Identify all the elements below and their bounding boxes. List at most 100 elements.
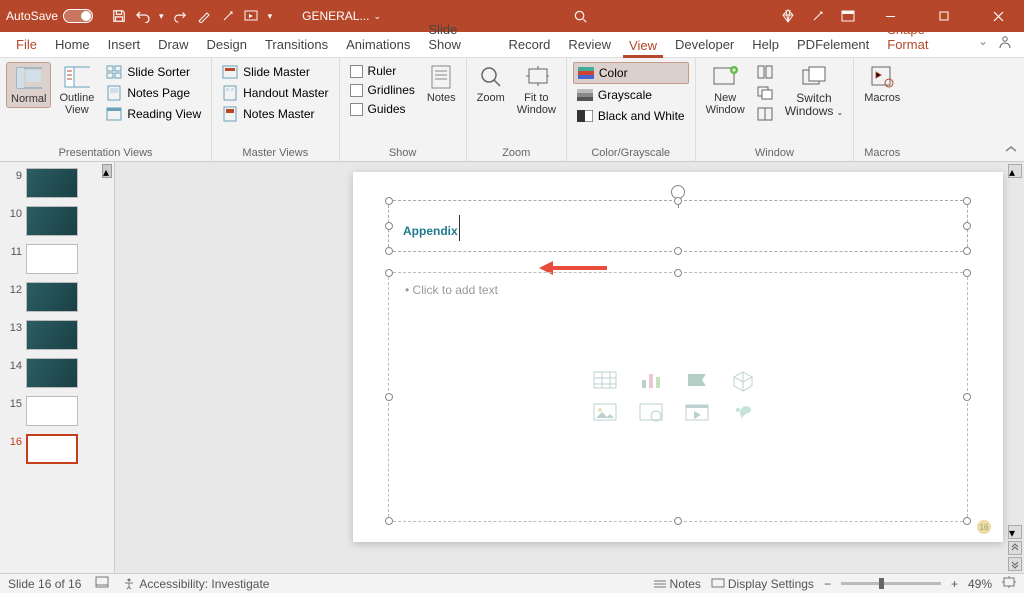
resize-handle[interactable] [963,393,971,401]
ribbon-mode-icon[interactable] [840,8,856,24]
tab-shape-format[interactable]: Shape Format [881,18,972,57]
resize-handle[interactable] [963,269,971,277]
accessibility-button[interactable]: Accessibility: Investigate [123,577,269,591]
prev-slide-icon[interactable] [1008,541,1022,555]
toggle-icon[interactable] [63,9,93,23]
share-icon[interactable] [996,34,1014,53]
guides-check[interactable]: Guides [346,100,419,118]
resize-handle[interactable] [674,247,682,255]
resize-handle[interactable] [385,222,393,230]
title-text[interactable]: Appendix [389,201,967,252]
insert-icon-icon[interactable] [730,402,758,424]
document-title[interactable]: GENERAL... ⌄ [302,9,381,23]
qat-more-icon[interactable]: ▾ [268,11,273,22]
zoom-slider[interactable] [841,582,941,585]
qat-tool2-icon[interactable] [220,8,236,24]
slide-master-button[interactable]: Slide Master [218,62,332,82]
zoom-out-button[interactable]: − [824,577,831,591]
color-button[interactable]: Color [573,62,689,84]
undo-dropdown-icon[interactable]: ▾ [159,11,164,22]
slide-counter[interactable]: Slide 16 of 16 [8,577,81,591]
save-icon[interactable] [111,8,127,24]
wand-icon[interactable] [810,8,826,24]
tab-transitions[interactable]: Transitions [259,33,334,57]
tab-design[interactable]: Design [201,33,253,57]
insert-chart-icon[interactable] [638,370,666,392]
arrange-all-button[interactable] [753,62,777,82]
reading-view-button[interactable]: Reading View [102,104,205,124]
outline-view-button[interactable]: Outline View [55,62,98,118]
insert-picture-icon[interactable] [592,402,620,424]
zoom-button[interactable]: Zoom [473,62,509,106]
bw-button[interactable]: Black and White [573,106,689,126]
insert-3d-icon[interactable] [730,370,758,392]
thumb-15[interactable] [26,396,78,426]
zoom-thumb-icon[interactable] [879,578,884,589]
normal-view-button[interactable]: Normal [6,62,51,108]
thumb-16[interactable] [26,434,78,464]
next-slide-icon[interactable] [1008,557,1022,571]
close-button[interactable] [978,11,1018,22]
tab-draw[interactable]: Draw [152,33,194,57]
switch-windows-button[interactable]: Switch Windows ⌄ [781,62,847,120]
thumb-11[interactable] [26,244,78,274]
resize-handle[interactable] [674,197,682,205]
fit-slide-icon[interactable] [1002,576,1016,591]
notes-page-button[interactable]: Notes Page [102,83,205,103]
display-settings-button[interactable]: Display Settings [711,577,814,591]
search-icon[interactable] [573,8,589,24]
tab-animations[interactable]: Animations [340,33,416,57]
tab-pdfelement[interactable]: PDFelement [791,33,875,57]
resize-handle[interactable] [385,517,393,525]
thumb-13[interactable] [26,320,78,350]
title-text-box[interactable]: Appendix [388,200,968,252]
from-beginning-icon[interactable] [244,8,260,24]
macros-button[interactable]: Macros [860,62,904,106]
resize-handle[interactable] [385,269,393,277]
gridlines-check[interactable]: Gridlines [346,81,419,99]
insert-online-picture-icon[interactable] [638,402,666,424]
content-placeholder[interactable]: Click to add text [388,272,968,522]
zoom-in-button[interactable]: + [951,577,958,591]
resize-handle[interactable] [674,517,682,525]
tab-overflow-icon[interactable]: ⌄ [978,34,988,53]
thumb-scroll-up-icon[interactable]: ▴ [102,164,112,178]
tab-view[interactable]: View [623,34,663,58]
resize-handle[interactable] [963,517,971,525]
notes-button[interactable]: Notes [423,62,460,106]
redo-icon[interactable] [172,8,188,24]
resize-handle[interactable] [963,247,971,255]
tab-slideshow[interactable]: Slide Show [422,18,496,57]
ruler-check[interactable]: Ruler [346,62,419,80]
move-split-button[interactable] [753,104,777,124]
grayscale-button[interactable]: Grayscale [573,85,689,105]
tab-record[interactable]: Record [503,33,557,57]
insert-smartart-icon[interactable] [684,370,712,392]
slide-canvas[interactable]: Appendix Click to add text [353,172,1003,542]
scroll-up-icon[interactable]: ▴ [1008,164,1022,178]
notes-master-button[interactable]: Notes Master [218,104,332,124]
new-window-button[interactable]: New Window [702,62,749,118]
tab-file[interactable]: File [10,33,43,57]
language-icon[interactable] [95,576,109,591]
resize-handle[interactable] [963,222,971,230]
cascade-button[interactable] [753,83,777,103]
thumb-12[interactable] [26,282,78,312]
scroll-down-icon[interactable]: ▾ [1008,525,1022,539]
insert-video-icon[interactable] [684,402,712,424]
notes-toggle[interactable]: Notes [653,577,701,591]
tab-help[interactable]: Help [746,33,785,57]
handout-master-button[interactable]: Handout Master [218,83,332,103]
thumb-10[interactable] [26,206,78,236]
resize-handle[interactable] [385,393,393,401]
diamond-icon[interactable] [780,8,796,24]
slide-editor[interactable]: Appendix Click to add text [115,162,1024,573]
tab-insert[interactable]: Insert [102,33,147,57]
tab-review[interactable]: Review [562,33,617,57]
resize-handle[interactable] [385,197,393,205]
slide-sorter-button[interactable]: Slide Sorter [102,62,205,82]
qat-tool-icon[interactable] [196,8,212,24]
resize-handle[interactable] [674,269,682,277]
thumb-14[interactable] [26,358,78,388]
placeholder-text[interactable]: Click to add text [389,273,967,307]
